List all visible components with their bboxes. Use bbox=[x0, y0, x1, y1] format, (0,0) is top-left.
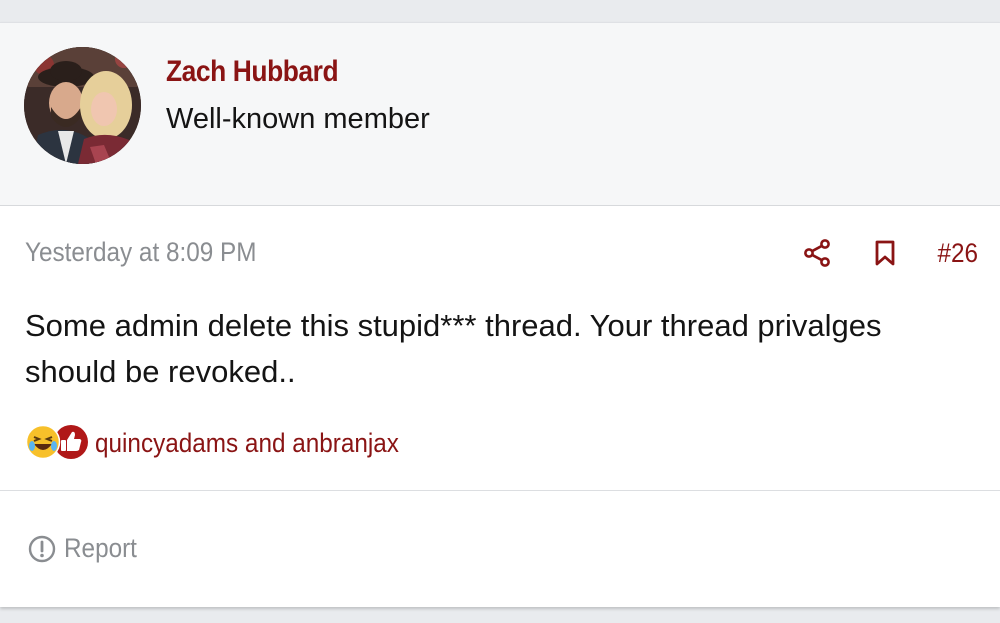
share-icon bbox=[804, 239, 830, 267]
laughing-emoji-icon bbox=[25, 424, 61, 460]
report-label: Report bbox=[64, 533, 137, 563]
reaction-icons bbox=[25, 424, 91, 462]
post-user-block: Zach Hubbard Well-known member bbox=[0, 23, 1000, 206]
forum-post: Zach Hubbard Well-known member Yesterday… bbox=[0, 22, 1000, 607]
bookmark-icon bbox=[875, 240, 895, 266]
bookmark-button[interactable] bbox=[867, 235, 903, 271]
report-button[interactable]: Report bbox=[28, 533, 145, 564]
post-actions: #26 bbox=[799, 235, 978, 271]
exclamation-circle-icon bbox=[28, 535, 56, 562]
footer-divider bbox=[0, 490, 1000, 491]
post-message: Some admin delete this stupid*** thread.… bbox=[25, 308, 882, 389]
post-number-link[interactable]: #26 bbox=[937, 238, 978, 269]
user-avatar[interactable] bbox=[24, 47, 141, 164]
avatar-photo bbox=[24, 47, 141, 164]
page: Zach Hubbard Well-known member Yesterday… bbox=[0, 0, 1000, 623]
reaction-users-link[interactable]: quincyadams and anbranjax bbox=[95, 428, 399, 459]
user-title: Well-known member bbox=[166, 103, 430, 135]
username-link[interactable]: Zach Hubbard bbox=[166, 55, 339, 89]
share-button[interactable] bbox=[799, 235, 835, 271]
reactions-summary[interactable]: quincyadams and anbranjax bbox=[25, 424, 433, 462]
post-timestamp[interactable]: Yesterday at 8:09 PM bbox=[25, 237, 256, 268]
